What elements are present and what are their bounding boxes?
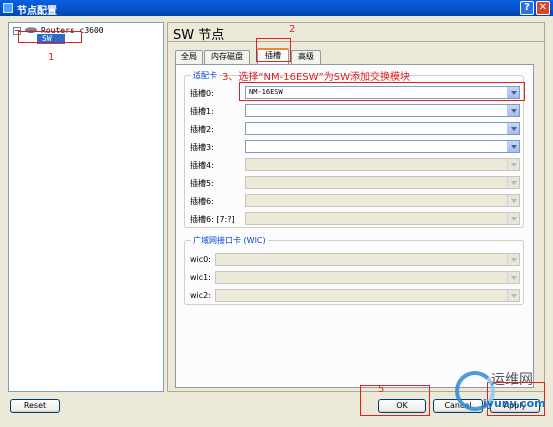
wic-2-label: wic2: [190, 291, 211, 300]
slot-3-select[interactable] [245, 140, 520, 153]
chevron-down-icon [507, 177, 519, 188]
annotation-box-sw [18, 31, 82, 43]
watermark-logo: 运维网 iyunv.com [455, 367, 547, 415]
slot-1-field: 插槽1: [190, 104, 520, 117]
chevron-down-icon[interactable] [507, 123, 519, 134]
chevron-down-icon [507, 213, 519, 224]
wic-1-select [215, 271, 520, 284]
slot-4-field: 插槽4: [190, 158, 520, 171]
close-button[interactable]: ✕ [536, 1, 550, 15]
adapters-group-label: 适配卡 [191, 70, 219, 81]
chevron-down-icon[interactable] [507, 105, 519, 116]
slot-7-select [245, 212, 520, 225]
slot-2-select[interactable] [245, 122, 520, 135]
annotation-box-slot0 [239, 82, 525, 101]
annotation-step-3: 3、选择“NM-16ESW”为SW添加交换模块 [222, 72, 410, 83]
annotation-box-ok [360, 385, 430, 416]
slot-3-label: 插槽3: [190, 143, 214, 152]
slot-1-select[interactable] [245, 104, 520, 117]
title-bar: 节点配置 ? ✕ [0, 0, 553, 17]
wic-0-field: wic0: [190, 253, 520, 266]
wic-2-select [215, 289, 520, 302]
watermark-domain: iyunv.com [483, 397, 546, 410]
help-button[interactable]: ? [520, 1, 534, 15]
annotation-step-1: 1 [48, 52, 55, 63]
annotation-step-2: 2 [289, 24, 296, 35]
slot-6-select [245, 194, 520, 207]
slot-7-label: 插槽6: [7:?] [190, 215, 235, 224]
slot-2-label: 插槽2: [190, 125, 214, 134]
tab-global[interactable]: 全局 [175, 50, 203, 64]
wic-1-field: wic1: [190, 271, 520, 284]
slot-6-field: 插槽6: [190, 194, 520, 207]
annotation-box-slots-tab [256, 38, 291, 62]
slot-3-field: 插槽3: [190, 140, 520, 153]
slot-1-label: 插槽1: [190, 107, 214, 116]
window-title: 节点配置 [17, 6, 57, 17]
wic-group-label: 广域网接口卡 (WIC) [191, 235, 268, 246]
slot-5-select [245, 176, 520, 189]
slot-4-label: 插槽4: [190, 161, 214, 170]
slot-4-select [245, 158, 520, 171]
tab-memory-disk[interactable]: 内存磁盘 [204, 50, 250, 64]
wic-2-field: wic2: [190, 289, 520, 302]
wic-0-select [215, 253, 520, 266]
chevron-down-icon [507, 159, 519, 170]
node-tree[interactable]: − Routers c3600 SW [8, 22, 164, 392]
wic-0-label: wic0: [190, 255, 211, 264]
chevron-down-icon[interactable] [507, 141, 519, 152]
window-icon [3, 3, 13, 13]
slot-0-label: 插槽0: [190, 89, 214, 98]
tab-advanced[interactable]: 高级 [291, 50, 321, 64]
chevron-down-icon [507, 272, 519, 283]
slots-tab-page: 适配卡 插槽0: NM-16ESW 插槽1: 插槽2: 插槽3: 插槽4: 插槽… [175, 64, 534, 388]
slot-7-field: 插槽6: [7:?] [190, 212, 520, 225]
reset-button[interactable]: Reset [10, 399, 60, 413]
slot-2-field: 插槽2: [190, 122, 520, 135]
slot-5-field: 插槽5: [190, 176, 520, 189]
heading-divider [168, 41, 544, 42]
chevron-down-icon [507, 290, 519, 301]
slot-6-label: 插槽6: [190, 197, 214, 206]
chevron-down-icon [507, 195, 519, 206]
wic-group: 广域网接口卡 (WIC) wic0: wic1: wic2: [184, 235, 524, 305]
watermark-text: 运维网 [491, 372, 533, 388]
wic-1-label: wic1: [190, 273, 211, 282]
slot-5-label: 插槽5: [190, 179, 214, 188]
chevron-down-icon [507, 254, 519, 265]
